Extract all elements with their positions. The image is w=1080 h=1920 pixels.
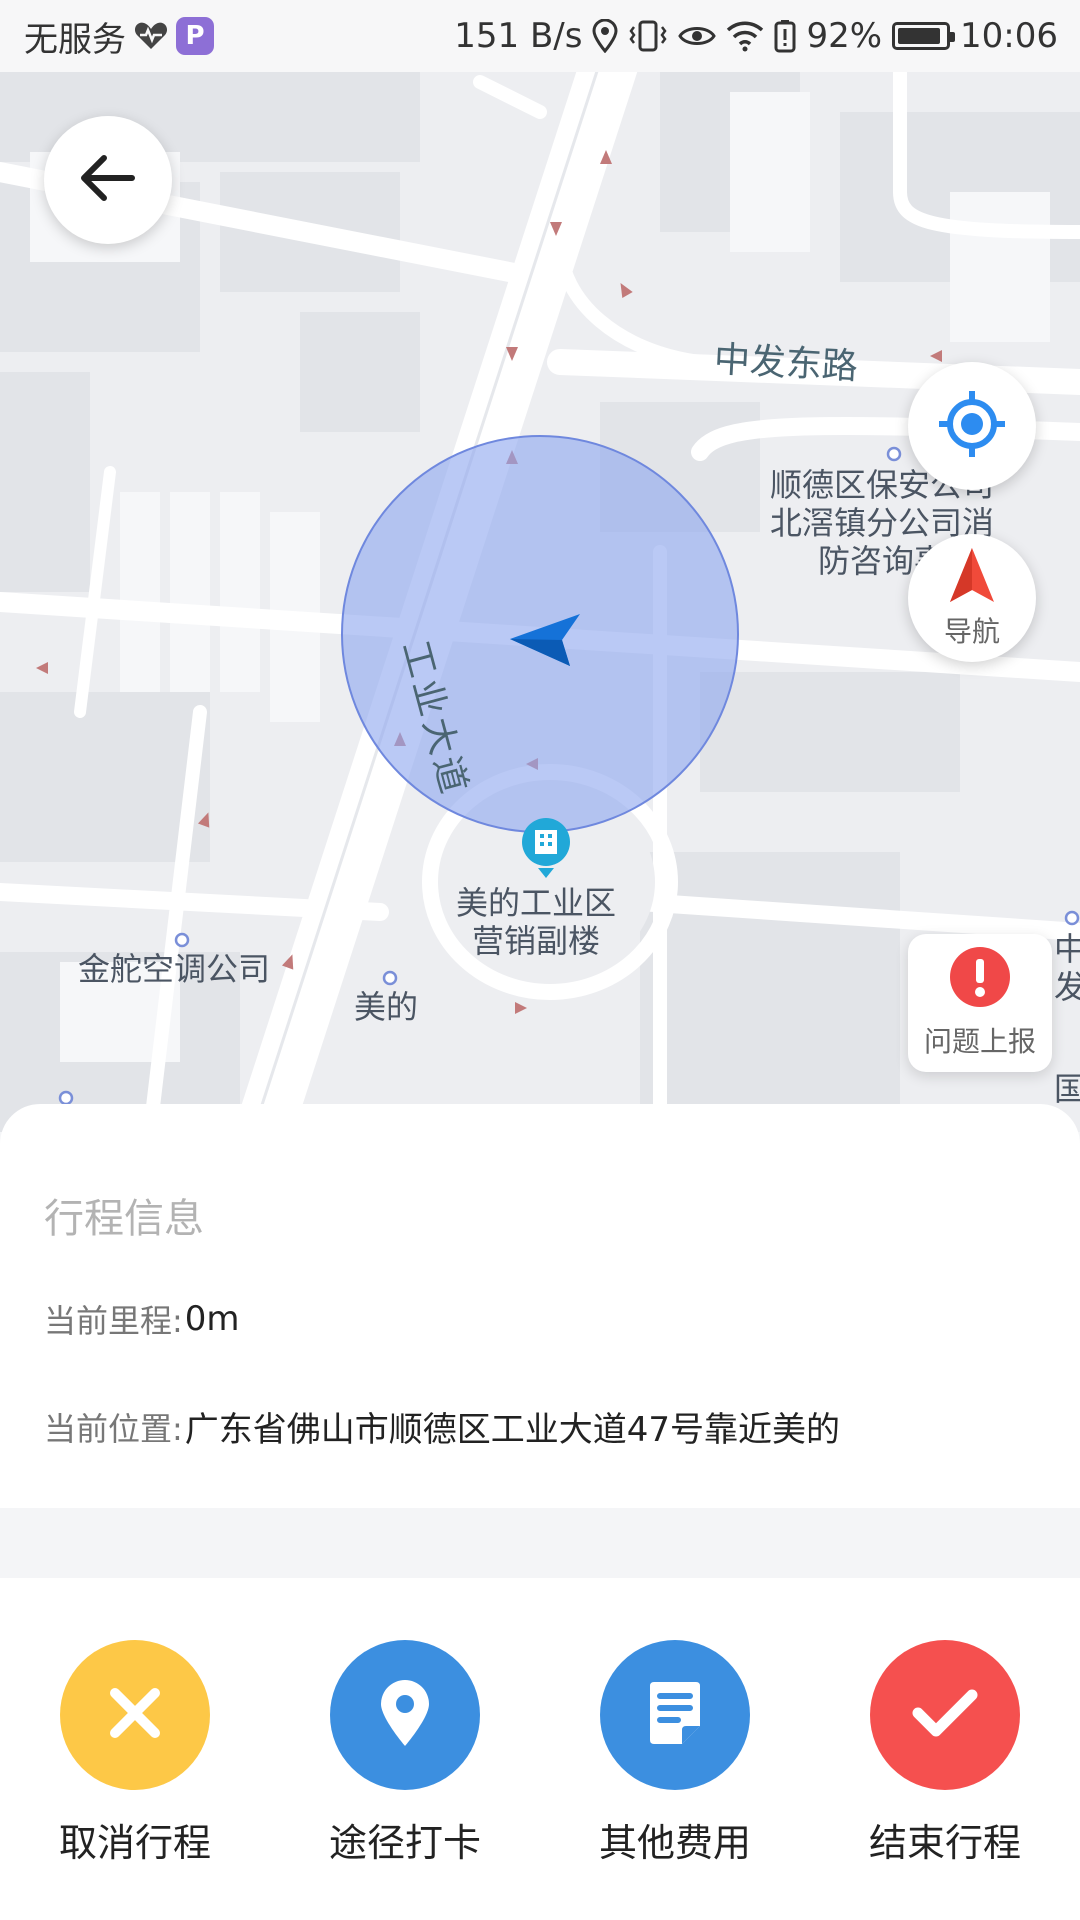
status-bar: 无服务 P 151 B/s 92% 10:06 bbox=[0, 0, 1080, 72]
poi-label-edge-right-bottom: 国 bbox=[1054, 1070, 1080, 1108]
navigation-button[interactable]: 导航 bbox=[908, 534, 1036, 662]
action-bar: 取消行程 途径打卡 其他费用 结束行程 bbox=[0, 1578, 1080, 1920]
poi-label-ac-company: 金舵空调公司 bbox=[78, 950, 271, 988]
other-fees-label: 其他费用 bbox=[598, 1821, 751, 1865]
poi-label-edge-right-top: 中 发 bbox=[1054, 930, 1080, 1006]
location-row: 当前位置: 广东省佛山市顺德区工业大道47号靠近美的 bbox=[44, 1402, 840, 1451]
battery-alert-icon bbox=[774, 19, 796, 53]
road-label-zhongfa: 中发东路 bbox=[712, 339, 859, 388]
crosshair-icon bbox=[937, 389, 1007, 463]
mileage-row: 当前里程: 0m bbox=[44, 1296, 240, 1342]
clock-text: 10:06 bbox=[960, 16, 1058, 56]
net-speed-text: 151 B/s bbox=[454, 16, 583, 56]
poi-label-midea-building: 美的工业区 营销副楼 bbox=[456, 884, 617, 960]
alert-icon bbox=[949, 946, 1011, 1012]
location-label: 当前位置: bbox=[44, 1409, 183, 1448]
end-trip-label: 结束行程 bbox=[868, 1821, 1021, 1865]
map-view[interactable]: 中发东路 工业大道 顺德区保安公司 北滘镇分公司消 防咨询事 美的工业区 营销副… bbox=[0, 72, 1080, 1132]
checkin-button[interactable]: 途径打卡 bbox=[305, 1640, 505, 1867]
eye-comfort-icon bbox=[678, 22, 717, 50]
other-fees-circle[interactable] bbox=[600, 1640, 750, 1790]
location-status-icon bbox=[592, 19, 618, 53]
check-icon bbox=[910, 1685, 980, 1745]
battery-icon bbox=[892, 22, 956, 50]
location-pin-icon bbox=[377, 1678, 433, 1752]
trip-info-title: 行程信息 bbox=[44, 1196, 204, 1242]
other-fees-button[interactable]: 其他费用 bbox=[575, 1640, 775, 1867]
trip-info-panel: 行程信息 当前里程: 0m 当前位置: 广东省佛山市顺德区工业大道47号靠近美的 bbox=[0, 1104, 1080, 1508]
locate-button[interactable] bbox=[908, 362, 1036, 490]
end-trip-circle[interactable] bbox=[870, 1640, 1020, 1790]
poi-label-midea: 美的 bbox=[354, 988, 419, 1026]
cancel-trip-button[interactable]: 取消行程 bbox=[35, 1640, 235, 1867]
arrow-left-icon bbox=[80, 154, 136, 206]
mileage-value: 0m bbox=[184, 1299, 240, 1339]
cancel-trip-label: 取消行程 bbox=[58, 1821, 211, 1865]
mileage-label: 当前里程: bbox=[44, 1302, 183, 1340]
end-trip-button[interactable]: 结束行程 bbox=[845, 1640, 1045, 1867]
back-button[interactable] bbox=[44, 116, 172, 244]
cancel-trip-circle[interactable] bbox=[60, 1640, 210, 1790]
checkin-circle[interactable] bbox=[330, 1640, 480, 1790]
vibrate-icon bbox=[628, 19, 668, 53]
document-icon bbox=[646, 1678, 704, 1752]
carrier-text: 无服务 bbox=[24, 19, 126, 60]
close-icon bbox=[105, 1683, 165, 1747]
location-value: 广东省佛山市顺德区工业大道47号靠近美的 bbox=[184, 1410, 841, 1450]
battery-percent-text: 92% bbox=[806, 16, 883, 56]
wifi-icon bbox=[726, 20, 764, 52]
navigation-arrow-icon bbox=[948, 546, 996, 608]
report-problem-button[interactable]: 问题上报 bbox=[908, 934, 1052, 1072]
report-problem-label: 问题上报 bbox=[923, 1025, 1036, 1058]
app-notification-icon: P bbox=[176, 17, 214, 55]
checkin-label: 途径打卡 bbox=[328, 1821, 481, 1865]
heart-rate-icon bbox=[134, 21, 168, 51]
navigation-button-label: 导航 bbox=[943, 615, 1000, 648]
